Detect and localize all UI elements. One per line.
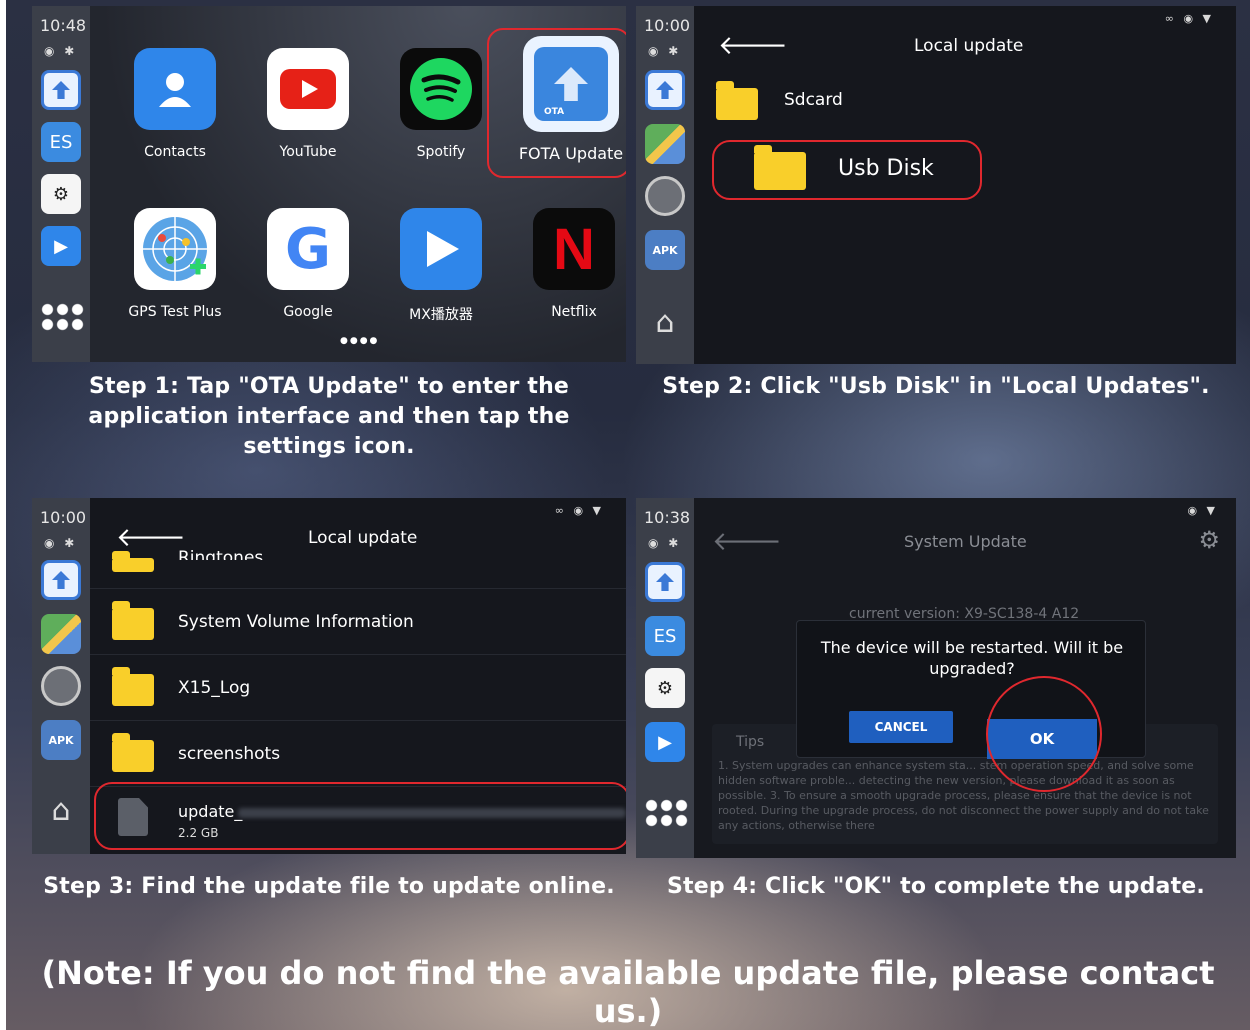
settings-rail-icon[interactable]: ⚙ <box>645 668 685 708</box>
folder-icon <box>112 667 154 706</box>
back-arrow-icon[interactable]: 🡐 <box>712 526 782 557</box>
tutorial-poster: 10:48 ◉ ✱ ES ⚙ ▶ Contacts YouTube Spotif… <box>6 0 1250 1030</box>
status-icons: ∞ ◉ ▼ <box>554 504 604 517</box>
item-sdcard[interactable]: Sdcard <box>784 90 843 110</box>
caption-step3: Step 3: Find the update file to update o… <box>43 874 615 899</box>
app-mx-player[interactable]: MX播放器 <box>386 208 496 324</box>
page-indicator: ●●●● <box>340 336 380 346</box>
panel-local-update-files: 10:00 ◉ ✱ APK ⌂ ∞ ◉ ▼ 🡐 Local update Rin… <box>32 498 626 854</box>
screen-title: Local update <box>308 528 418 548</box>
google-icon: G <box>267 208 349 290</box>
ota-rail-icon[interactable] <box>645 70 685 110</box>
folder-icon <box>112 733 154 772</box>
app-grid-icon[interactable] <box>40 302 84 332</box>
speedometer-rail-icon[interactable] <box>645 176 685 216</box>
highlight-ok-button <box>986 676 1102 792</box>
footer-note: (Note: If you do not find the available … <box>41 954 1215 1030</box>
tips-title: Tips <box>736 734 765 750</box>
player-rail-icon[interactable]: ▶ <box>41 226 81 266</box>
side-rail: 10:38 ◉ ✱ ES ⚙ ▶ <box>636 498 694 858</box>
divider <box>90 720 626 721</box>
player-rail-icon[interactable]: ▶ <box>645 722 685 762</box>
maps-rail-icon[interactable] <box>645 124 685 164</box>
clock: 10:38 <box>644 508 691 527</box>
tips-text: 1. System upgrades can enhance system st… <box>718 759 1209 832</box>
netflix-icon: N <box>533 208 615 290</box>
screen-title: System Update <box>904 532 1027 551</box>
ota-rail-icon[interactable] <box>645 562 685 602</box>
back-arrow-icon[interactable]: 🡐 <box>116 522 186 553</box>
caption-step4: Step 4: Click "OK" to complete the updat… <box>667 874 1205 899</box>
app-spotify[interactable]: Spotify <box>386 48 496 160</box>
gps-radar-icon <box>134 208 216 290</box>
mx-player-icon <box>400 208 482 290</box>
settings-rail-icon[interactable]: ⚙ <box>41 174 81 214</box>
maps-rail-icon[interactable] <box>41 614 81 654</box>
clock: 10:00 <box>644 16 691 35</box>
folder-icon <box>112 601 154 640</box>
wifi-bluetooth-icon: ◉ ✱ <box>44 44 78 58</box>
app-gps-test-plus[interactable]: GPS Test Plus <box>120 208 230 320</box>
cancel-button[interactable]: CANCEL <box>849 711 953 743</box>
ota-rail-icon[interactable] <box>41 560 81 600</box>
folder-icon <box>716 81 758 120</box>
side-rail: 10:48 ◉ ✱ ES ⚙ ▶ <box>32 6 90 362</box>
item-screenshots[interactable]: screenshots <box>178 744 280 764</box>
status-icons: ◉ ▼ <box>1187 504 1218 517</box>
clock: 10:48 <box>40 16 87 35</box>
back-arrow-icon[interactable]: 🡐 <box>718 30 788 61</box>
highlight-fota-update <box>487 28 626 178</box>
highlight-update-file <box>94 782 626 850</box>
divider <box>90 588 626 589</box>
ota-rail-icon[interactable] <box>41 70 81 110</box>
dialog-message: The device will be restarted. Will it be… <box>820 638 1124 678</box>
spotify-icon <box>400 48 482 130</box>
app-youtube[interactable]: YouTube <box>253 48 363 160</box>
app-contacts[interactable]: Contacts <box>120 48 230 160</box>
apk-installer-rail-icon[interactable]: APK <box>645 230 685 270</box>
home-icon[interactable]: ⌂ <box>41 790 81 830</box>
panel-system-update: 10:38 ◉ ✱ ES ⚙ ▶ ◉ ▼ 🡐 System Update ⚙ c… <box>636 498 1236 858</box>
item-ringtones-partial[interactable]: Ringtones <box>178 548 263 560</box>
item-system-volume-information[interactable]: System Volume Information <box>178 612 414 632</box>
file-explorer-rail-icon[interactable]: ES <box>41 122 81 162</box>
youtube-icon <box>267 48 349 130</box>
item-x15-log[interactable]: X15_Log <box>178 678 250 698</box>
apk-installer-rail-icon[interactable]: APK <box>41 720 81 760</box>
settings-gear-icon[interactable]: ⚙ <box>1198 526 1220 554</box>
app-google[interactable]: G Google <box>253 208 363 320</box>
side-rail: 10:00 ◉ ✱ APK ⌂ <box>636 6 694 364</box>
caption-step2: Step 2: Click "Usb Disk" in "Local Updat… <box>662 374 1210 399</box>
status-icons: ∞ ◉ ▼ <box>1164 12 1214 25</box>
highlight-usb-disk <box>712 140 982 200</box>
wifi-bluetooth-icon: ◉ ✱ <box>44 536 78 550</box>
clock: 10:00 <box>40 508 87 527</box>
panel-home-screen: 10:48 ◉ ✱ ES ⚙ ▶ Contacts YouTube Spotif… <box>32 6 626 362</box>
screen-title: Local update <box>914 36 1024 56</box>
wifi-bluetooth-icon: ◉ ✱ <box>648 44 682 58</box>
divider <box>90 654 626 655</box>
home-icon[interactable]: ⌂ <box>645 302 685 342</box>
app-netflix[interactable]: N Netflix <box>519 208 626 320</box>
speedometer-rail-icon[interactable] <box>41 666 81 706</box>
contacts-icon <box>134 48 216 130</box>
panel-local-update-usb: 10:00 ◉ ✱ APK ⌂ ∞ ◉ ▼ 🡐 Local update Sdc… <box>636 6 1236 364</box>
caption-step1: Step 1: Tap "OTA Update" to enter the ap… <box>88 374 570 459</box>
side-rail: 10:00 ◉ ✱ APK ⌂ <box>32 498 90 854</box>
folder-icon <box>112 551 154 572</box>
file-explorer-rail-icon[interactable]: ES <box>645 616 685 656</box>
wifi-bluetooth-icon: ◉ ✱ <box>648 536 682 550</box>
app-grid-icon[interactable] <box>644 798 688 828</box>
